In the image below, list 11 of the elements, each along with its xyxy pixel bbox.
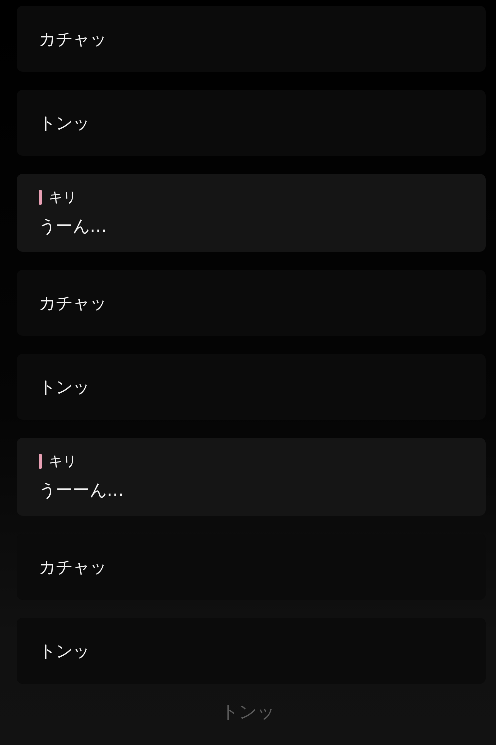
subtitle-caption: トンッ	[220, 701, 276, 724]
sound-effect-text: カチャッ	[39, 28, 108, 50]
dialogue-text: うーーん…	[39, 480, 125, 502]
sound-effect-text: カチャッ	[39, 292, 108, 314]
sound-effect-text: カチャッ	[39, 556, 108, 578]
dialogue-text: うーん…	[39, 216, 108, 238]
sound-effect-text: トンッ	[39, 376, 91, 398]
sound-effect-text: トンッ	[39, 112, 91, 134]
sound-effect-text: トンッ	[39, 640, 91, 662]
speaker-name: キリ	[49, 188, 77, 206]
speaker-name: キリ	[49, 452, 77, 470]
